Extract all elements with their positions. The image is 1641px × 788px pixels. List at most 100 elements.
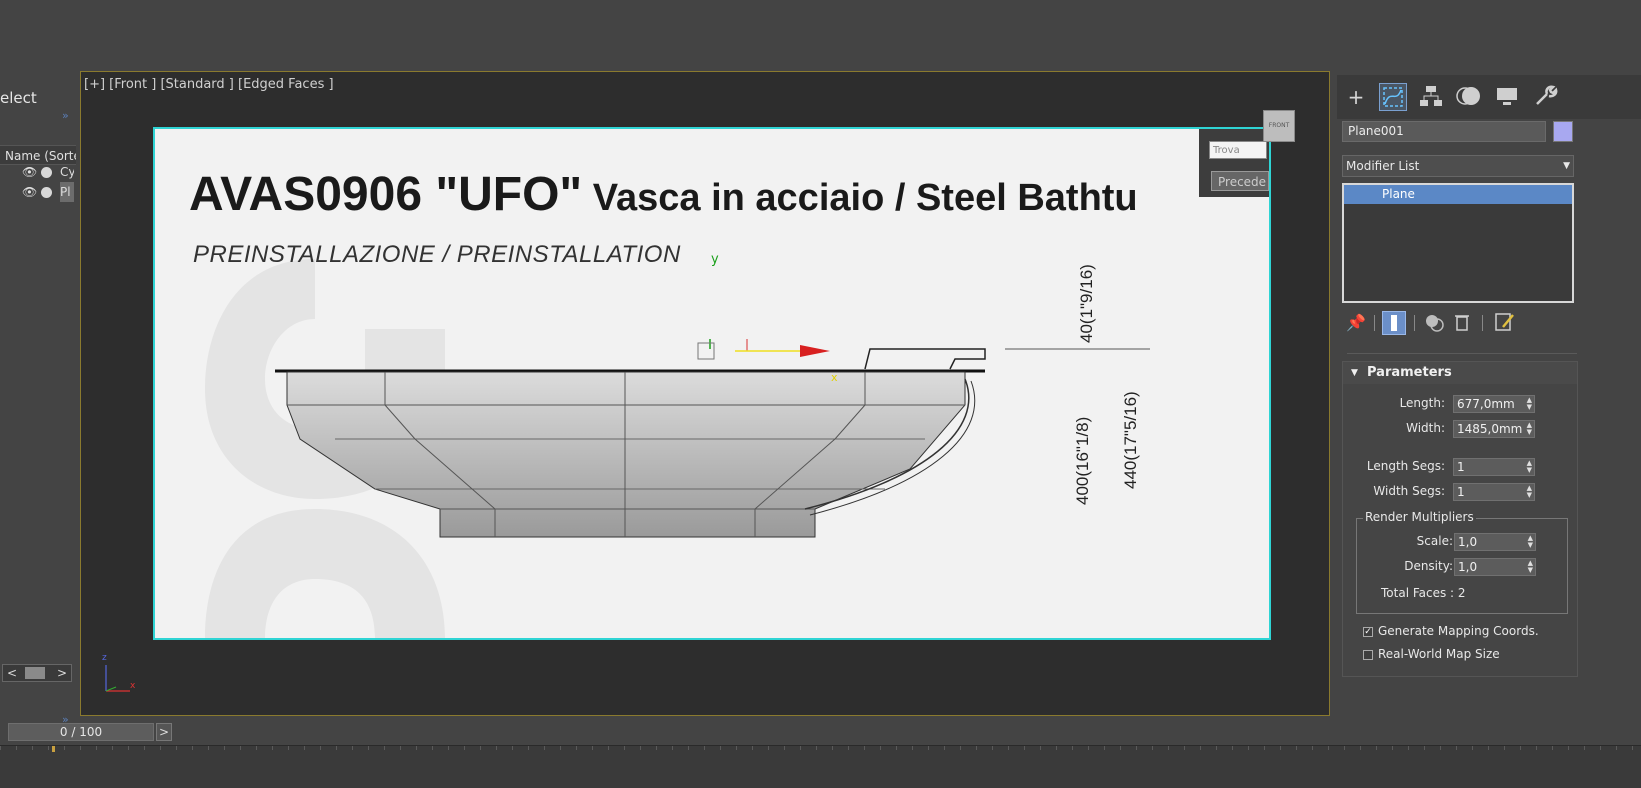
reference-subtitle: PREINSTALLAZIONE / PREINSTALLATION bbox=[193, 241, 681, 268]
rollout-divider bbox=[1347, 353, 1577, 357]
dimension-line bbox=[1005, 348, 1150, 350]
width-segs-value: 1 bbox=[1457, 485, 1465, 499]
command-panel: + Plane001 Modifier List ▼ Plane 📌 ▼ Par… bbox=[1337, 73, 1641, 723]
reference-title: AVAS0906 "UFO" Vasca in acciaio / Steel … bbox=[189, 167, 1138, 222]
configure-sets-icon bbox=[1495, 313, 1514, 331]
dimension-mid-label: 400(16"1/8) bbox=[1073, 416, 1092, 505]
scale-spinner[interactable]: 1,0 ▲ ▼ bbox=[1454, 533, 1536, 551]
width-segs-spinner[interactable]: 1 ▲ ▼ bbox=[1453, 483, 1535, 501]
density-value: 1,0 bbox=[1458, 560, 1478, 574]
parameters-header-label: Parameters bbox=[1367, 365, 1452, 380]
show-end-result-icon[interactable] bbox=[1382, 311, 1406, 335]
scroll-left-icon[interactable]: < bbox=[3, 665, 21, 681]
real-world-map-label[interactable]: Real-World Map Size bbox=[1378, 647, 1500, 661]
render-multipliers-group: Render Multipliers Scale: 1,0 ▲ ▼ Density… bbox=[1356, 510, 1568, 614]
remove-modifier-trash-icon[interactable] bbox=[1450, 311, 1474, 335]
gizmo-x-label: x bbox=[831, 371, 838, 384]
dropdown-arrow-icon: ▼ bbox=[1563, 161, 1570, 171]
visibility-eye-icon[interactable]: 👁 bbox=[22, 162, 37, 182]
spinner-arrows-icon[interactable]: ▲ ▼ bbox=[1527, 422, 1532, 436]
length-value: 677,0mm bbox=[1457, 397, 1515, 411]
end-result-icon bbox=[1391, 315, 1397, 331]
object-name-field[interactable]: Plane001 bbox=[1342, 121, 1546, 142]
make-unique-icon[interactable] bbox=[1422, 311, 1446, 335]
scene-explorer-title: elect bbox=[0, 89, 37, 107]
freeze-dot-icon[interactable] bbox=[41, 167, 52, 178]
toolbar-separator bbox=[1374, 315, 1375, 331]
width-label: Width: bbox=[1406, 421, 1445, 435]
display-monitor-icon bbox=[1497, 88, 1517, 105]
create-tab-icon[interactable]: + bbox=[1342, 83, 1370, 111]
scale-value: 1,0 bbox=[1458, 535, 1478, 549]
find-field: Trova bbox=[1209, 141, 1267, 159]
stack-item-plane[interactable]: Plane bbox=[1344, 185, 1572, 204]
scene-explorer: elect » Name (Sorte 👁 Cy 👁 Pl < > » bbox=[0, 73, 76, 726]
total-faces-readout: Total Faces : 2 bbox=[1381, 586, 1466, 600]
next-frame-button[interactable]: > bbox=[156, 723, 172, 741]
dimension-right-label: 440(17"5/16) bbox=[1121, 391, 1140, 489]
render-multipliers-title: Render Multipliers bbox=[1363, 510, 1476, 524]
parameters-rollout-header[interactable]: ▼ Parameters bbox=[1343, 362, 1577, 384]
reference-title-code: AVAS0906 "UFO" bbox=[189, 168, 583, 221]
spinner-arrows-icon[interactable]: ▲ ▼ bbox=[1527, 460, 1532, 474]
scene-item-label: Cy bbox=[60, 165, 74, 179]
parameters-rollout: ▼ Parameters Length: 677,0mm ▲ ▼ Width: 1… bbox=[1342, 361, 1578, 677]
modifier-list-label: Modifier List bbox=[1346, 159, 1420, 173]
viewcube[interactable]: FRONT bbox=[1263, 110, 1295, 142]
timeline-area: 0 / 100 > bbox=[0, 723, 1641, 788]
width-spinner[interactable]: 1485,0mm ▲ ▼ bbox=[1453, 420, 1535, 438]
collapse-triangle-icon: ▼ bbox=[1351, 368, 1358, 378]
scene-item-plane[interactable]: 👁 Pl bbox=[0, 182, 76, 202]
modify-tab-icon[interactable] bbox=[1379, 83, 1407, 111]
modifier-stack[interactable]: Plane bbox=[1342, 183, 1574, 303]
scroll-right-icon[interactable]: > bbox=[53, 665, 71, 681]
configure-modifier-sets-icon[interactable] bbox=[1492, 311, 1516, 335]
time-slider[interactable]: 0 / 100 bbox=[8, 723, 154, 741]
previous-button: Precede bbox=[1211, 171, 1269, 191]
scene-item-cylinder[interactable]: 👁 Cy bbox=[0, 162, 76, 182]
tripod-z-label: z bbox=[102, 653, 107, 663]
length-segs-spinner[interactable]: 1 ▲ ▼ bbox=[1453, 458, 1535, 476]
width-value: 1485,0mm bbox=[1457, 422, 1523, 436]
modifier-list-dropdown[interactable]: Modifier List ▼ bbox=[1342, 155, 1574, 177]
expand-chevron-icon[interactable]: » bbox=[62, 109, 69, 122]
scroll-thumb[interactable] bbox=[25, 667, 45, 679]
object-color-swatch[interactable] bbox=[1553, 121, 1573, 142]
spinner-arrows-icon[interactable]: ▲ ▼ bbox=[1528, 535, 1533, 549]
find-popup: Trova Precede bbox=[1199, 129, 1269, 197]
bathtub-drawing bbox=[275, 339, 986, 538]
utilities-tab-icon[interactable] bbox=[1531, 83, 1559, 111]
track-ticks bbox=[0, 746, 1641, 750]
hierarchy-tab-icon[interactable] bbox=[1417, 83, 1445, 111]
generate-mapping-label[interactable]: Generate Mapping Coords. bbox=[1378, 624, 1539, 638]
axis-tripod: z x bbox=[96, 653, 146, 697]
current-frame-marker bbox=[52, 746, 55, 752]
track-bar[interactable] bbox=[0, 745, 1641, 788]
display-tab-icon[interactable] bbox=[1493, 83, 1521, 111]
freeze-dot-icon[interactable] bbox=[41, 187, 52, 198]
length-spinner[interactable]: 677,0mm ▲ ▼ bbox=[1453, 395, 1535, 413]
visibility-eye-icon[interactable]: 👁 bbox=[22, 182, 37, 202]
reference-title-rest: Vasca in acciaio / Steel Bathtu bbox=[582, 177, 1138, 219]
real-world-map-checkbox[interactable] bbox=[1363, 650, 1373, 660]
spinner-arrows-icon[interactable]: ▲ ▼ bbox=[1527, 397, 1532, 411]
spinner-arrows-icon[interactable]: ▲ ▼ bbox=[1528, 560, 1533, 574]
front-viewport[interactable]: [+] [Front ] [Standard ] [Edged Faces ] … bbox=[80, 71, 1330, 716]
width-segs-label: Width Segs: bbox=[1373, 484, 1445, 498]
horizontal-scrollbar[interactable]: < > bbox=[2, 664, 72, 682]
main-toolbar-area bbox=[0, 0, 1641, 73]
density-spinner[interactable]: 1,0 ▲ ▼ bbox=[1454, 558, 1536, 576]
gizmo-y-label: y bbox=[711, 252, 719, 267]
viewport-label[interactable]: [+] [Front ] [Standard ] [Edged Faces ] bbox=[84, 77, 334, 92]
command-panel-tabs: + bbox=[1337, 75, 1641, 119]
length-segs-value: 1 bbox=[1457, 460, 1465, 474]
generate-mapping-checkbox[interactable]: ✓ bbox=[1363, 627, 1373, 637]
pin-stack-icon[interactable]: 📌 bbox=[1344, 311, 1368, 335]
scale-label: Scale: bbox=[1416, 534, 1453, 548]
motion-tab-icon[interactable] bbox=[1455, 83, 1483, 111]
hierarchy-icon bbox=[1420, 86, 1442, 106]
motion-icon bbox=[1456, 87, 1480, 105]
reference-plane[interactable]: AVAS0906 "UFO" Vasca in acciaio / Steel … bbox=[153, 127, 1271, 640]
spinner-arrows-icon[interactable]: ▲ ▼ bbox=[1527, 485, 1532, 499]
toolbar-separator bbox=[1482, 315, 1483, 331]
